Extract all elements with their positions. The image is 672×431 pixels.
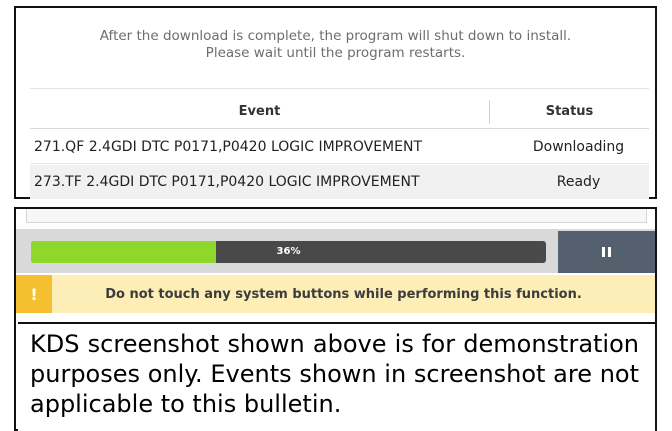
table-bottom-edge [26, 209, 647, 223]
event-cell: 271.QF 2.4GDI DTC P0171,P0420 LOGIC IMPR… [34, 138, 422, 155]
progress-panel: 36% ! Do not touch any system buttons wh… [14, 207, 657, 431]
table-row[interactable]: 271.QF 2.4GDI DTC P0171,P0420 LOGIC IMPR… [30, 130, 649, 164]
warning-icon: ! [16, 275, 52, 313]
status-cell: Downloading [532, 138, 625, 155]
progress-bar: 36% [31, 241, 546, 263]
notice-line-1: After the download is complete, the prog… [99, 28, 572, 44]
event-cell: 273.TF 2.4GDI DTC P0171,P0420 LOGIC IMPR… [34, 174, 420, 190]
progress-percent: 36% [276, 246, 301, 257]
progress-area: 36% [16, 229, 655, 273]
pause-button[interactable] [558, 231, 655, 273]
download-panel: After the download is complete, the prog… [14, 6, 657, 199]
status-cell: Ready [556, 174, 601, 190]
disclaimer-box: KDS screenshot shown above is for demons… [18, 322, 655, 431]
disclaimer-text: KDS screenshot shown above is for demons… [30, 330, 639, 418]
column-header-event: Event [30, 99, 490, 124]
table-header: Event Status [30, 95, 649, 129]
table-row[interactable]: 273.TF 2.4GDI DTC P0171,P0420 LOGIC IMPR… [30, 165, 649, 199]
warning-banner: ! Do not touch any system buttons while … [16, 275, 655, 313]
column-header-status: Status [545, 103, 594, 119]
events-table: Event Status 271.QF 2.4GDI DTC P0171,P04… [30, 88, 649, 199]
notice-line-2: Please wait until the program restarts. [205, 45, 466, 61]
warning-text: Do not touch any system buttons while pe… [105, 286, 582, 302]
pause-icon [602, 247, 611, 257]
download-notice: After the download is complete, the prog… [16, 8, 655, 80]
